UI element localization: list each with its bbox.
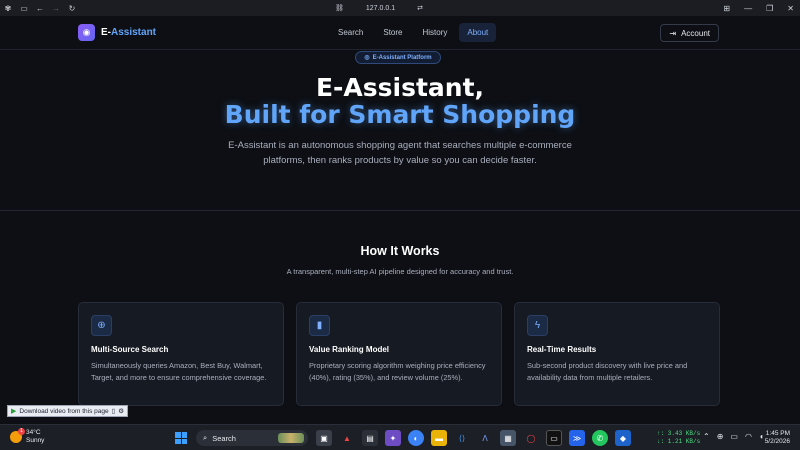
app-icon-red[interactable]: ▲ [339,430,355,446]
minimize-icon[interactable]: — [744,4,752,13]
lightning-icon: ϟ [527,315,548,336]
extensions-icon[interactable]: ⊞ [723,4,730,13]
settings-icon[interactable]: ⚙ [118,407,124,415]
forward-icon[interactable]: → [48,4,64,13]
nav-search[interactable]: Search [330,23,371,42]
address-text[interactable]: 127.0.0.1 [366,5,395,12]
settings-sliders-icon[interactable]: ⇄ [417,4,423,12]
reload-icon[interactable]: ↻ [64,4,80,13]
weather-widget[interactable]: 1 34°C Sunny [10,428,44,445]
weather-desc: Sunny [26,437,45,444]
feature-card-real-time: ϟ Real-Time Results Sub-second product d… [514,302,720,406]
hero-title-line1: E-Assistant, [315,73,485,102]
vscode-icon[interactable]: ⟨⟩ [454,430,470,446]
download-label: Download video from this page [19,407,109,415]
copilot-icon[interactable]: ⊕ [717,432,724,441]
notification-badge: 1 [18,428,25,435]
store-icon[interactable]: ▦ [500,430,516,446]
command-prompt-icon[interactable]: ▭ [546,430,562,446]
network-speed: ↑: 3.43 KB/s ↓: 1.21 KB/s [657,430,700,446]
feature-description: Sub-second product discovery with live p… [527,361,688,382]
monitor-icon[interactable]: ▭ [730,432,738,441]
feature-description: Proprietary scoring algorithm weighing p… [309,361,486,382]
docker-icon[interactable]: ◆ [615,430,631,446]
feature-card-multi-source: ⊕ Multi-Source Search Simultaneously que… [78,302,284,406]
chevron-up-icon[interactable]: ⌃ [703,432,710,441]
nav-links: Search Store History About [330,23,497,42]
back-icon[interactable]: ← [32,4,48,13]
globe-icon: ⊕ [91,315,112,336]
sun-icon: 1 [10,428,25,443]
account-label: Account [681,28,710,38]
system-tray: ⌃ ⊕ ▭ ◠ ◖ [703,432,764,441]
net-download: ↓: 1.21 KB/s [657,438,701,445]
taskbar-search[interactable]: ⌕ Search [196,430,308,446]
brand-name: E-Assistant [101,27,157,38]
robot-badge-icon: ◎ [364,55,370,61]
address-bar[interactable]: ⛓ 127.0.0.1 ⇄ [335,0,423,16]
nav-store[interactable]: Store [375,23,410,42]
feature-card-value-ranking: ▮ Value Ranking Model Proprietary scorin… [296,302,502,406]
taskbar: 1 34°C Sunny ⌕ Search ▣ ▲ ▤ ✦ ◐ ▬ ⟨⟩ Λ ▦… [0,424,800,450]
platform-badge: ◎ E-Assistant Platform [355,51,441,64]
sidebar-toggle-icon[interactable]: ▭ [16,4,32,13]
play-icon: ▶ [11,408,17,415]
how-it-works-title: How It Works [360,244,440,258]
opera-icon[interactable]: ◯ [523,430,539,446]
task-view-icon[interactable]: ▣ [316,430,332,446]
clock-date: 5/2/2026 [764,438,790,445]
robot-logo-icon: ◉ [78,24,95,41]
file-explorer-icon[interactable]: ▬ [431,430,447,446]
net-upload: ↑: 3.43 KB/s [657,430,701,437]
feature-description: Simultaneously queries Amazon, Best Buy,… [91,361,267,382]
site-header: ◉ E-Assistant Search Store History About… [0,16,800,50]
start-button[interactable] [175,432,187,444]
browser-toolbar: ✾ ▭ ← → ↻ ⛓ 127.0.0.1 ⇄ ⊞ — ❐ ✕ [0,0,800,16]
whatsapp-icon[interactable]: ✆ [592,430,608,446]
taskbar-apps: ▣ ▲ ▤ ✦ ◐ ▬ ⟨⟩ Λ ▦ ◯ ▭ ≫ ✆ ◆ [316,430,631,446]
hero-description: E-Assistant is an autonomous shopping ag… [228,140,572,166]
feature-title: Real-Time Results [527,345,597,354]
how-it-works-subtitle: A transparent, multi-step AI pipeline de… [286,267,514,276]
bar-chart-icon: ▮ [309,315,330,336]
menu-icon[interactable]: ▯ [112,407,116,415]
hero-title-line2: Built for Smart Shopping [224,100,576,129]
search-icon: ⌕ [203,433,208,442]
nav-history[interactable]: History [414,23,455,42]
feature-title: Value Ranking Model [309,345,390,354]
clock-time: 1:45 PM [765,430,790,437]
window-controls: ⊞ — ❐ ✕ [723,0,794,16]
browser-app-icon[interactable]: ◐ [408,430,424,446]
brand[interactable]: ◉ E-Assistant [78,24,156,41]
powershell-icon[interactable]: ≫ [569,430,585,446]
volume-icon[interactable]: ◖ [759,432,764,441]
weather-temp: 34°C [26,429,41,436]
badge-label: E-Assistant Platform [372,54,432,61]
weather-text: 34°C Sunny [26,429,44,445]
terminal-icon[interactable]: ▤ [362,430,378,446]
feature-title: Multi-Source Search [91,345,169,354]
app-icon-blue-a[interactable]: Λ [477,430,493,446]
wifi-icon[interactable]: ◠ [745,432,752,441]
download-video-bar[interactable]: ▶ Download video from this page ▯ ⚙ [7,405,129,417]
section-divider [0,210,800,211]
search-highlight-icon [278,433,304,443]
clock[interactable]: 1:45 PM 5/2/2026 [765,430,790,446]
maximize-icon[interactable]: ❐ [766,4,773,13]
link-icon[interactable]: ⛓ [335,4,344,12]
login-icon: ⇥ [669,28,677,38]
search-label: Search [212,433,236,443]
close-icon[interactable]: ✕ [787,4,794,13]
account-button[interactable]: ⇥ Account [660,24,719,42]
app-icon-colorful[interactable]: ✦ [385,430,401,446]
nav-about[interactable]: About [459,23,497,42]
app-menu-icon[interactable]: ✾ [0,4,16,13]
